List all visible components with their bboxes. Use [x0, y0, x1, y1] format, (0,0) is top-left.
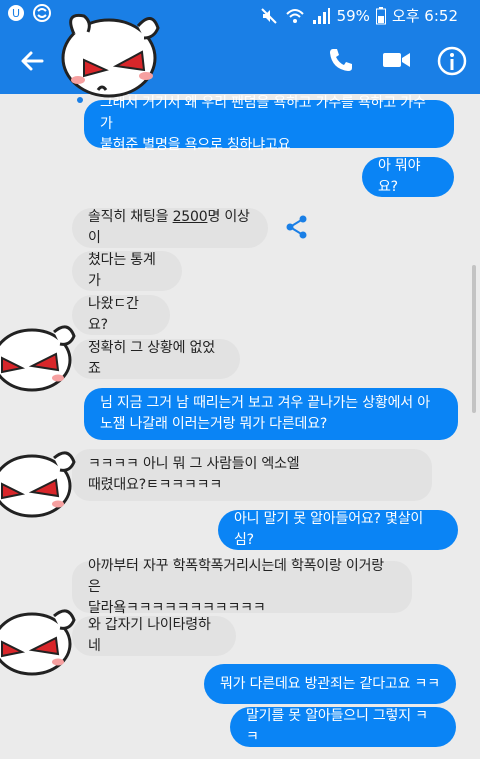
message-sent: 아니 말기 못 알아들어요? 몇살이심?: [218, 510, 458, 550]
angry-dog-sticker-icon: [0, 325, 76, 392]
angry-dog-sticker-icon: [0, 451, 76, 518]
info-icon[interactable]: [436, 45, 468, 77]
sync-app-icon: [33, 4, 51, 22]
message-line: 나왔ㄷ간요?: [88, 296, 139, 333]
svg-text:U: U: [12, 7, 20, 20]
message-line: 정확히 그 상황에 없었죠: [88, 340, 215, 377]
message-line: 말기를 못 알아들으니 그렇지 ㅋㅋ: [246, 708, 428, 745]
signal-icon: [312, 7, 330, 24]
message-line: 아까부터 자꾸 학폭학폭거리시는데 학폭이랑 이거랑은: [88, 557, 384, 595]
clock: 오후 6:52: [391, 7, 458, 25]
message-underlined: 2500: [172, 209, 208, 225]
message-received: 와 갑자기 나이타령하네: [72, 616, 236, 656]
message-received: 쳤다는 통계가: [72, 251, 182, 291]
message-line: 쳤다는 통계가: [88, 252, 156, 289]
message-received: 정확히 그 상황에 없었죠: [72, 339, 240, 379]
message-received: 아까부터 자꾸 학폭학폭거리시는데 학폭이랑 이거랑은 달라욬ㅋㅋㅋㅋㅋㅋㅋㅋㅋ…: [72, 558, 412, 616]
back-arrow-icon[interactable]: [16, 45, 48, 77]
battery-percentage: 59%: [336, 6, 370, 25]
message-line: 뭐가 다른데요 방관죄는 같다고요 ㅋㅋ: [220, 675, 440, 692]
message-text: 솔직히 채팅을 2500명 이상이: [88, 207, 252, 249]
scrollbar[interactable]: [472, 265, 476, 413]
angry-dog-sticker-icon: [61, 13, 160, 103]
share-icon[interactable]: [284, 214, 310, 240]
message-line: ㅋㅋㅋㅋ 아니 뭐 그 사람들이 엑소엘: [88, 456, 300, 472]
phone-icon[interactable]: [326, 45, 356, 75]
message-received: ㅋㅋㅋㅋ 아니 뭐 그 사람들이 엑소엘 때렸대요?ㅌㅋㅋㅋㅋㅋ: [72, 449, 432, 501]
message-line: 아니 말기 못 알아들어요? 몇살이심?: [234, 511, 424, 548]
battery-icon: [375, 6, 386, 24]
mute-icon: [260, 7, 277, 24]
message-line: 아 뭐야요?: [378, 158, 421, 195]
message-sent: 뭐가 다른데요 방관죄는 같다고요 ㅋㅋ: [204, 664, 456, 704]
message-line: 와 갑자기 나이타령하네: [88, 617, 211, 654]
message-sent: 님 지금 그거 남 때리는거 보고 겨우 끝나가는 상황에서 아 노잼 나갈래 …: [84, 388, 458, 440]
message-received: 솔직히 채팅을 2500명 이상이: [72, 208, 268, 248]
video-call-icon[interactable]: [380, 45, 412, 75]
message-line: 님 지금 그거 남 때리는거 보고 겨우 끝나가는 상황에서 아: [100, 395, 430, 411]
message-sent: 말기를 못 알아들으니 그렇지 ㅋㅋ: [230, 707, 456, 747]
message-received: 나왔ㄷ간요?: [72, 295, 170, 335]
message-prefix: 솔직히 채팅을: [88, 209, 173, 225]
message-line: 노잼 나갈래 이러는거랑 뭐가 다른데요?: [100, 416, 328, 432]
message-sent: 그래서 거기서 왜 우리 팬덤을 욕하고 가수를 욕하고 가수가 붙혀준 별명을…: [84, 95, 454, 153]
angry-dog-sticker-icon: [0, 609, 76, 676]
notification-app-icon: U: [8, 5, 24, 21]
wifi-icon: [285, 8, 304, 23]
message-sent: 아 뭐야요?: [362, 157, 454, 197]
message-line: 때렸대요?ㅌㅋㅋㅋㅋㅋ: [88, 477, 223, 493]
message-line: 붙혀준 별명을 욕으로 칭하냐고요: [100, 136, 291, 153]
